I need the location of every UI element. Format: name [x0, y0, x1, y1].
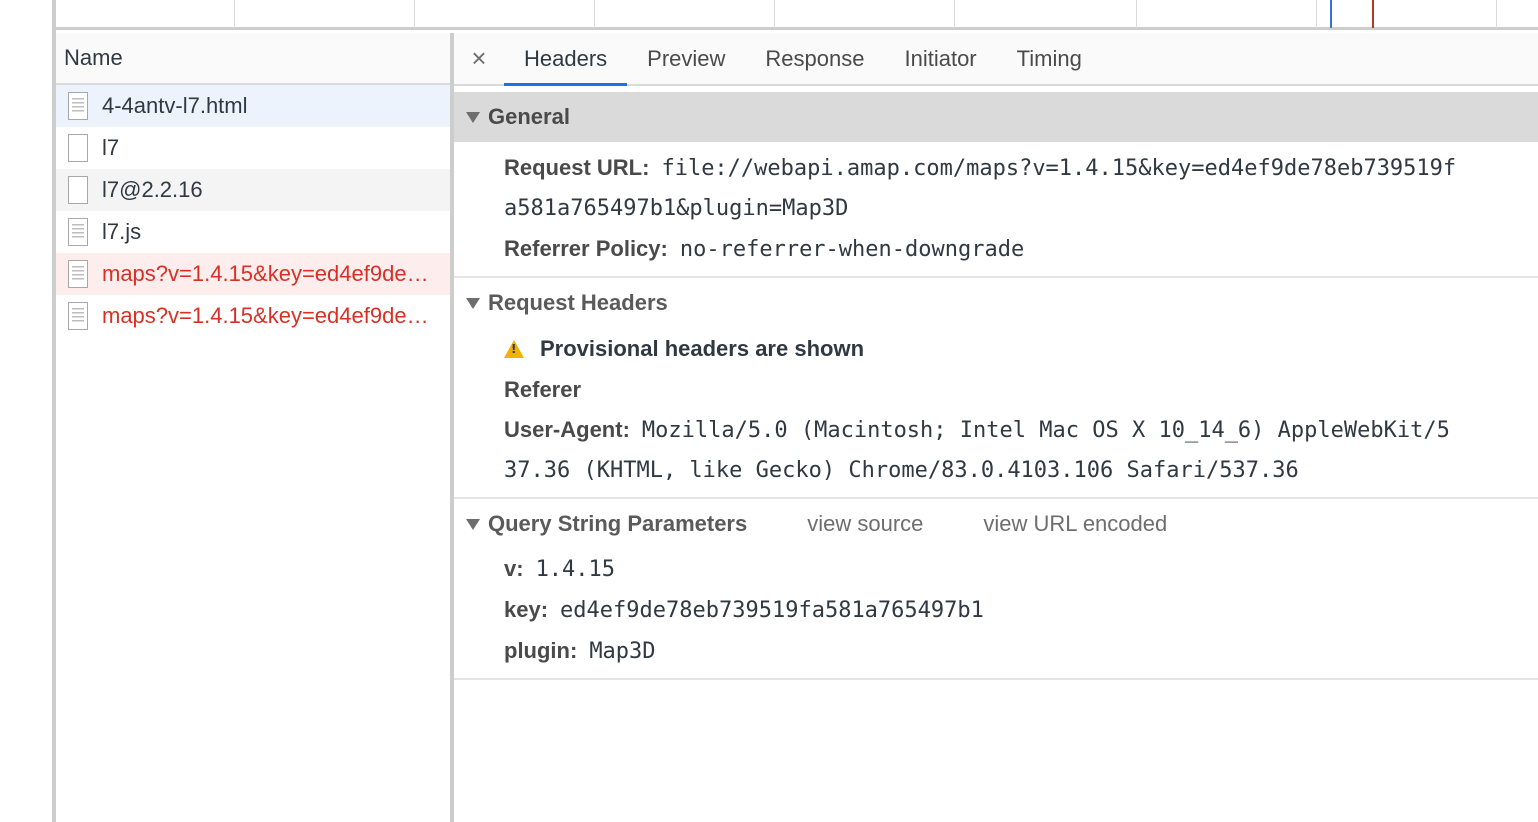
- general-section-header[interactable]: General: [454, 92, 1538, 142]
- request-name: 4-4antv-l7.html: [102, 93, 248, 118]
- section-title: Query String Parameters: [488, 511, 748, 536]
- view-source-link[interactable]: view source: [807, 511, 923, 537]
- request-row-failed[interactable]: maps?v=1.4.15&key=ed4ef9de78eb739519fa58…: [56, 253, 450, 295]
- request-detail-panel: × Headers Preview Response Initiator Tim…: [454, 33, 1538, 822]
- request-name: l7: [102, 135, 120, 160]
- view-url-encoded-link[interactable]: view URL encoded: [983, 511, 1167, 537]
- param-value: 1.4.15: [535, 557, 616, 582]
- param-key: plugin:: [504, 638, 578, 663]
- user-agent-key: User-Agent:: [504, 417, 630, 442]
- timeline-divider: [594, 0, 595, 28]
- request-name: l7@2.2.16: [102, 177, 203, 202]
- param-value: ed4ef9de78eb739519fa581a765497b1: [560, 598, 984, 623]
- param-row-key: key: ed4ef9de78eb739519fa581a765497b1: [454, 590, 1538, 631]
- param-key: key:: [504, 597, 549, 622]
- document-icon: [68, 260, 88, 288]
- request-name: l7.js: [102, 219, 142, 244]
- request-headers-section: Request Headers Provisional headers are …: [454, 278, 1538, 499]
- blank-file-icon: [68, 134, 88, 162]
- request-row[interactable]: l7: [56, 127, 450, 169]
- script-file-icon: [68, 218, 88, 246]
- request-headers-section-header[interactable]: Request Headers: [454, 278, 1538, 328]
- blank-file-icon: [68, 176, 88, 204]
- request-url-row: Request URL: file://webapi.amap.com/maps?…: [454, 148, 1538, 189]
- general-section: General Request URL: file://webapi.amap.c…: [454, 92, 1538, 278]
- param-row-plugin: plugin: Map3D: [454, 631, 1538, 672]
- referer-row: Referer: [454, 370, 1538, 410]
- tab-headers[interactable]: Headers: [504, 33, 628, 86]
- load-event-marker: [1372, 0, 1374, 28]
- timeline-divider: [774, 0, 775, 28]
- close-icon[interactable]: ×: [454, 33, 504, 84]
- referrer-policy-value: no-referrer-when-downgrade: [679, 237, 1025, 262]
- request-row[interactable]: 4-4antv-l7.html: [56, 85, 450, 127]
- expand-triangle-icon: [466, 111, 480, 123]
- request-row-failed[interactable]: maps?v=1.4.15&key=ed4ef9de78eb739519fa58…: [56, 295, 450, 337]
- user-agent-value-continued: 37.36 (KHTML, like Gecko) Chrome/83.0.41…: [504, 458, 1299, 483]
- left-gutter: [0, 0, 52, 822]
- document-icon: [68, 92, 88, 120]
- request-url-value: file://webapi.amap.com/maps?v=1.4.15&key…: [661, 156, 1457, 181]
- request-list-panel: Name 4-4antv-l7.html l7 l7@2.2.16 l7.js …: [56, 33, 450, 822]
- dom-content-loaded-marker: [1330, 0, 1332, 28]
- expand-triangle-icon: [466, 518, 480, 530]
- referrer-policy-row: Referrer Policy: no-referrer-when-downgra…: [454, 229, 1538, 270]
- param-row-v: v: 1.4.15: [454, 549, 1538, 590]
- query-params-section: Query String Parameters view source view…: [454, 499, 1538, 680]
- tab-preview[interactable]: Preview: [627, 33, 745, 84]
- tab-initiator[interactable]: Initiator: [884, 33, 996, 84]
- request-row[interactable]: l7@2.2.16: [56, 169, 450, 211]
- request-name: maps?v=1.4.15&key=ed4ef9de78eb739519fa58…: [102, 261, 438, 286]
- section-title: Request Headers: [488, 290, 668, 315]
- request-url-key: Request URL:: [504, 155, 650, 180]
- referer-key: Referer: [504, 377, 582, 402]
- timeline-divider: [1496, 0, 1497, 28]
- timeline-divider: [234, 0, 235, 28]
- timeline-divider: [414, 0, 415, 28]
- request-url-value-continued: a581a765497b1&plugin=Map3D: [504, 196, 849, 221]
- tab-timing[interactable]: Timing: [997, 33, 1102, 84]
- network-timeline-overview[interactable]: [56, 0, 1538, 30]
- warning-icon: [504, 340, 524, 358]
- section-title: General: [488, 104, 570, 129]
- param-key: v:: [504, 556, 524, 581]
- referrer-policy-key: Referrer Policy:: [504, 236, 668, 261]
- expand-triangle-icon: [466, 297, 480, 309]
- warning-text: Provisional headers are shown: [540, 336, 865, 361]
- query-params-section-header[interactable]: Query String Parameters view source view…: [454, 499, 1538, 549]
- timeline-divider: [1136, 0, 1137, 28]
- param-value: Map3D: [589, 639, 656, 664]
- request-row[interactable]: l7.js: [56, 211, 450, 253]
- detail-tab-bar: × Headers Preview Response Initiator Tim…: [454, 33, 1538, 86]
- user-agent-row: User-Agent: Mozilla/5.0 (Macintosh; Intel…: [454, 410, 1538, 451]
- tab-response[interactable]: Response: [745, 33, 884, 84]
- name-column-header[interactable]: Name: [56, 33, 450, 85]
- timeline-divider: [1316, 0, 1317, 28]
- provisional-headers-warning: Provisional headers are shown: [454, 328, 1538, 370]
- document-icon: [68, 302, 88, 330]
- request-name: maps?v=1.4.15&key=ed4ef9de78eb739519fa58…: [102, 303, 438, 328]
- timeline-divider: [954, 0, 955, 28]
- user-agent-value: Mozilla/5.0 (Macintosh; Intel Mac OS X 1…: [641, 418, 1450, 443]
